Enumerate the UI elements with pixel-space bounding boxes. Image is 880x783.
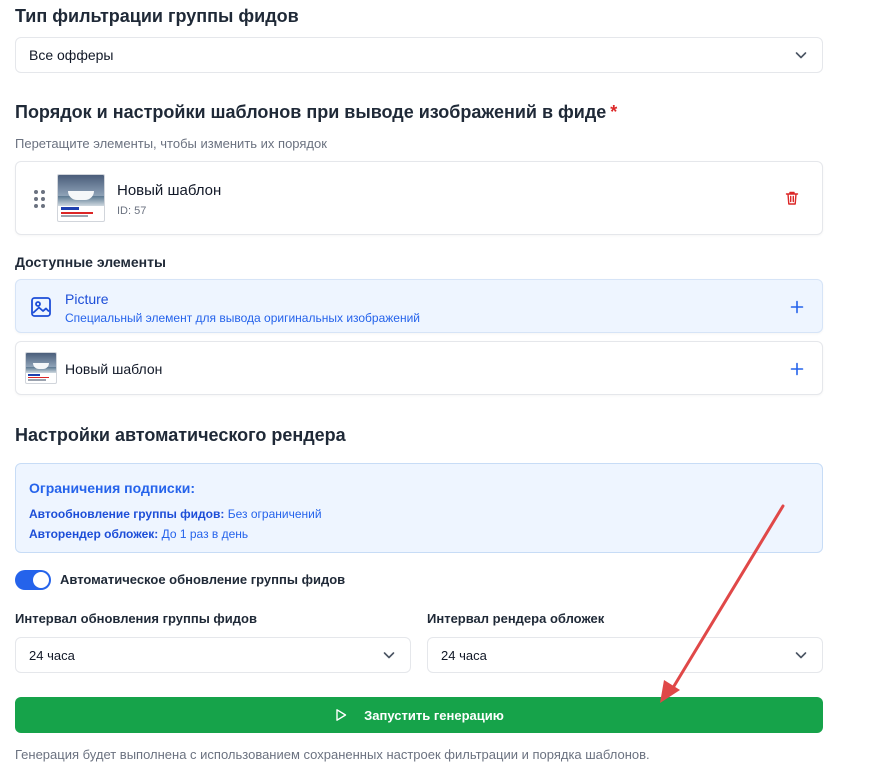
auto-update-toggle[interactable] [15, 570, 51, 590]
subscription-limits-box: Ограничения подписки: Автообновление гру… [15, 463, 823, 553]
template-id: ID: 57 [117, 205, 147, 217]
add-icon[interactable] [790, 300, 804, 314]
templates-order-title: Порядок и настройки шаблонов при выводе … [15, 102, 618, 122]
trash-icon[interactable] [784, 190, 800, 206]
chevron-down-icon [795, 652, 807, 659]
available-item-title: Новый шаблон [65, 361, 163, 377]
limit-covers-line: Авторендер обложек: До 1 раз в день [29, 527, 249, 541]
play-icon [336, 709, 347, 721]
available-item-picture[interactable]: Picture Специальный элемент для вывода о… [15, 279, 823, 333]
limit-feeds-line: Автообновление группы фидов: Без огранич… [29, 507, 322, 521]
chevron-down-icon [383, 652, 395, 659]
ordered-template-row[interactable]: Новый шаблон ID: 57 [15, 161, 823, 235]
run-generation-label: Запустить генерацию [364, 707, 504, 723]
available-item-template[interactable]: Новый шаблон [15, 341, 823, 395]
available-elements-title: Доступные элементы [15, 254, 166, 270]
add-icon[interactable] [790, 362, 804, 376]
interval-covers-label: Интервал рендера обложек [427, 611, 605, 626]
template-thumbnail [57, 174, 105, 222]
available-item-subtitle: Специальный элемент для вывода оригиналь… [65, 311, 421, 325]
template-thumbnail [25, 352, 57, 384]
available-item-title: Picture [65, 291, 109, 307]
chevron-down-icon [795, 52, 807, 59]
interval-covers-value: 24 часа [441, 647, 487, 663]
interval-feeds-select[interactable]: 24 часа [15, 637, 411, 673]
autorender-title: Настройки автоматического рендера [15, 425, 346, 445]
interval-covers-select[interactable]: 24 часа [427, 637, 823, 673]
template-name: Новый шаблон [117, 182, 222, 199]
interval-feeds-label: Интервал обновления группы фидов [15, 611, 257, 626]
generation-note: Генерация будет выполнена с использовани… [15, 747, 650, 762]
filter-type-title: Тип фильтрации группы фидов [15, 6, 299, 26]
filter-type-value: Все офферы [29, 47, 114, 63]
limits-title: Ограничения подписки: [29, 480, 195, 496]
drag-handle-icon[interactable] [34, 190, 45, 208]
drag-hint: Перетащите элементы, чтобы изменить их п… [15, 136, 327, 151]
required-mark: * [610, 102, 618, 122]
run-generation-button[interactable]: Запустить генерацию [15, 697, 823, 733]
image-icon [31, 297, 51, 317]
interval-feeds-value: 24 часа [29, 647, 75, 663]
auto-update-label: Автоматическое обновление группы фидов [60, 572, 346, 587]
filter-type-select[interactable]: Все офферы [15, 37, 823, 73]
